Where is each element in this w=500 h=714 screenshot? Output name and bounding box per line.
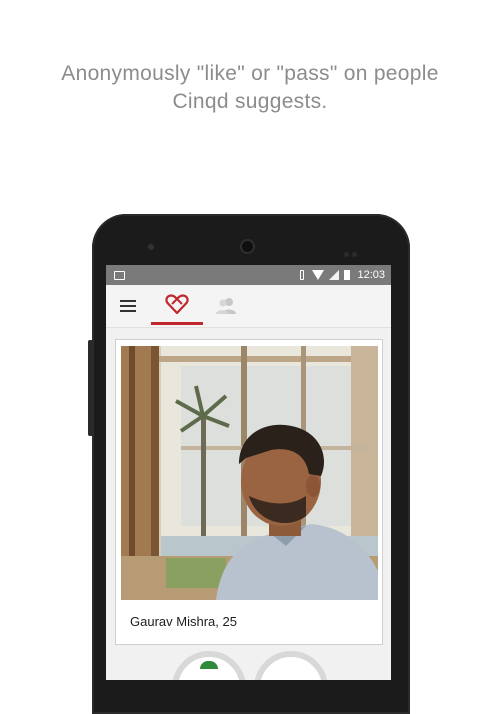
app-bar (106, 285, 391, 328)
vibrate-icon (297, 270, 307, 280)
hamburger-menu-icon[interactable] (120, 300, 136, 312)
signal-icon (329, 270, 340, 280)
tab-people[interactable] (214, 296, 238, 316)
status-time: 12:03 (357, 269, 385, 281)
front-camera (240, 239, 255, 254)
wifi-icon (312, 270, 325, 280)
profile-card[interactable]: Gaurav Mishra, 25 (115, 339, 383, 645)
headline-line-1: Anonymously "like" or "pass" on people (61, 62, 439, 85)
phone-speaker (148, 244, 154, 250)
profile-name-age: Gaurav Mishra, 25 (130, 614, 237, 629)
pass-indicator (200, 661, 218, 669)
profile-photo (121, 346, 378, 600)
gallery-icon (114, 270, 125, 280)
headline-line-2: Cinqd suggests. (172, 90, 328, 113)
heart-icon (165, 294, 189, 315)
people-icon (216, 298, 236, 314)
tab-like[interactable] (151, 285, 203, 327)
battery-icon (344, 270, 351, 280)
promo-headline: Anonymously "like" or "pass" on people C… (0, 60, 500, 116)
like-button[interactable] (254, 651, 328, 680)
status-bar: 12:03 (106, 265, 391, 285)
active-tab-indicator (151, 322, 203, 325)
pass-button[interactable] (172, 651, 246, 680)
phone-screen: 12:03 Gaurav Mishra, 25 (106, 265, 391, 680)
phone-sensors (344, 244, 362, 257)
